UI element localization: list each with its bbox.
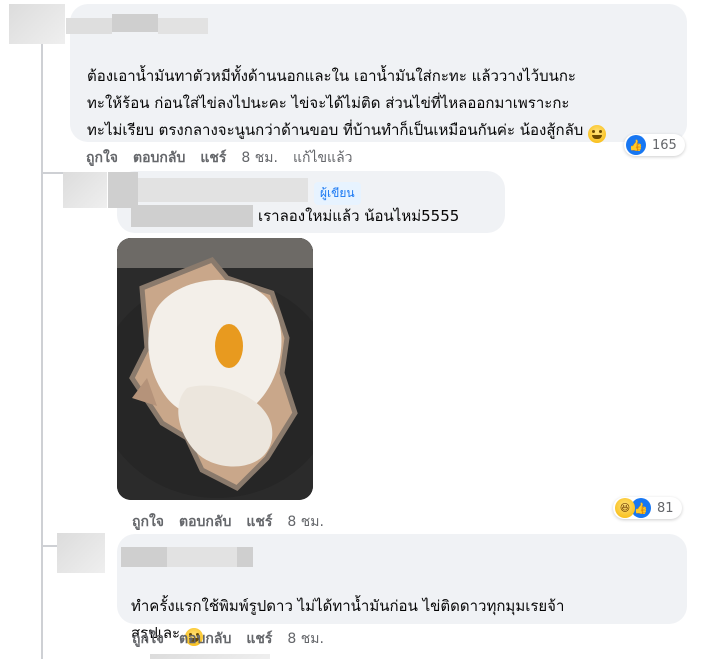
thread-line (41, 40, 43, 659)
comment-text: ต้องเอาน้ำมันทาตัวหมีทั้งด้านนอกและใน เอ… (87, 36, 677, 144)
comment-actions: ถูกใจ ตอบกลับ แชร์ 8 ชม. (132, 511, 339, 533)
comment-body: ต้องเอาน้ำมันทาตัวหมีทั้งด้านนอกและใน เอ… (87, 67, 584, 139)
like-button[interactable]: ถูกใจ (132, 514, 164, 530)
fried-egg-photo (117, 238, 313, 500)
commenter-name[interactable] (138, 178, 308, 202)
reaction-summary[interactable]: 😆 👍 81 (613, 497, 682, 519)
avatar[interactable] (9, 4, 65, 44)
commenter-name[interactable] (121, 547, 167, 567)
haha-reaction-icon: 😆 (615, 498, 635, 518)
commenter-name[interactable] (167, 547, 237, 567)
reaction-count: 165 (652, 137, 677, 153)
grinning-sweat-emoji-icon: 😅 (588, 125, 607, 143)
reaction-count: 81 (657, 500, 674, 516)
avatar[interactable] (150, 654, 270, 659)
commenter-name[interactable] (108, 172, 138, 208)
reply-button[interactable]: ตอบกลับ (179, 514, 231, 530)
avatar[interactable] (63, 172, 107, 208)
like-button[interactable]: ถูกใจ (86, 150, 118, 166)
avatar[interactable] (57, 533, 105, 573)
comment-actions: ถูกใจ ตอบกลับ แชร์ 8 ชม. แก้ไขแล้ว (86, 147, 368, 169)
share-button[interactable]: แชร์ (200, 150, 226, 166)
like-button[interactable]: ถูกใจ (132, 631, 164, 647)
commenter-name[interactable] (66, 18, 112, 34)
reply-button[interactable]: ตอบกลับ (179, 631, 231, 647)
timestamp[interactable]: 8 ชม. (287, 514, 324, 530)
commenter-name[interactable] (112, 14, 158, 32)
like-reaction-icon: 👍 (626, 135, 646, 155)
comment-text: เราลองใหม่แล้ว น้อนไหม่5555 (258, 207, 460, 225)
reaction-summary[interactable]: 👍 165 (624, 134, 685, 156)
share-button[interactable]: แชร์ (246, 514, 272, 530)
mentioned-name[interactable] (131, 205, 253, 227)
share-button[interactable]: แชร์ (246, 631, 272, 647)
commenter-name[interactable] (237, 547, 253, 567)
comment-actions: ถูกใจ ตอบกลับ แชร์ 8 ชม. (132, 628, 339, 650)
timestamp[interactable]: 8 ชม. (287, 631, 324, 647)
author-badge: ผู้เขียน (314, 182, 361, 205)
reply-button[interactable]: ตอบกลับ (133, 150, 185, 166)
edited-label: แก้ไขแล้ว (292, 150, 353, 166)
timestamp[interactable]: 8 ชม. (241, 150, 278, 166)
commenter-name[interactable] (158, 18, 208, 34)
attached-photo[interactable] (117, 238, 313, 500)
